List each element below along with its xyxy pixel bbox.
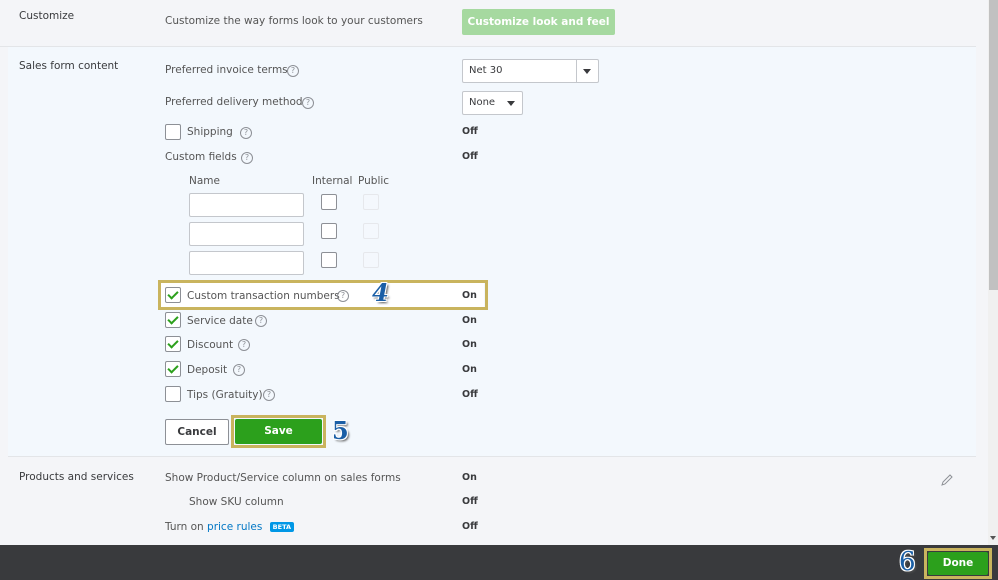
- help-icon[interactable]: ?: [263, 389, 275, 401]
- cancel-button[interactable]: Cancel: [165, 419, 229, 445]
- public-checkbox: [363, 223, 379, 239]
- section-label-customize: Customize: [19, 10, 75, 22]
- step-number-4: 4: [372, 278, 389, 307]
- custom-field-name-input[interactable]: [189, 222, 304, 246]
- shipping-label: Shipping: [187, 126, 233, 138]
- help-icon[interactable]: ?: [238, 339, 250, 351]
- section-label-products: Products and services: [19, 471, 134, 483]
- custom-field-name-input[interactable]: [189, 193, 304, 217]
- discount-checkbox[interactable]: [165, 336, 181, 352]
- custom-fields-label: Custom fields: [165, 151, 237, 163]
- help-icon[interactable]: ?: [302, 97, 314, 109]
- help-icon[interactable]: ?: [241, 152, 253, 164]
- scroll-down-icon[interactable]: [990, 536, 996, 540]
- price-prefix: Turn on: [165, 521, 204, 533]
- public-checkbox: [363, 252, 379, 268]
- product-row-label: Show SKU column: [189, 496, 284, 508]
- tips-checkbox[interactable]: [165, 386, 181, 402]
- invoice-terms-label: Preferred invoice terms: [165, 64, 288, 76]
- col-name: Name: [189, 175, 220, 187]
- option-status: On: [462, 339, 477, 350]
- option-label: Service date: [187, 315, 253, 327]
- customize-description: Customize the way forms look to your cus…: [165, 15, 423, 27]
- product-row-status: On: [462, 472, 477, 483]
- save-button[interactable]: Save: [235, 419, 322, 444]
- help-icon[interactable]: ?: [233, 364, 245, 376]
- help-icon[interactable]: ?: [287, 65, 299, 77]
- custom-transaction-numbers-checkbox[interactable]: [165, 287, 181, 303]
- chevron-down-icon: [583, 69, 591, 74]
- public-checkbox: [363, 194, 379, 210]
- deposit-checkbox[interactable]: [165, 361, 181, 377]
- custom-fields-status: Off: [462, 151, 478, 162]
- internal-checkbox[interactable]: [321, 194, 337, 210]
- internal-checkbox[interactable]: [321, 252, 337, 268]
- shipping-status: Off: [462, 126, 478, 137]
- divider: [576, 60, 577, 82]
- product-row-status: Off: [462, 496, 478, 507]
- option-status: On: [462, 290, 477, 301]
- price-rules-row: Turn on price rules BETA: [165, 521, 295, 533]
- option-status: On: [462, 364, 477, 375]
- pencil-icon[interactable]: [940, 473, 954, 487]
- scrollbar-thumb[interactable]: [989, 0, 998, 290]
- invoice-terms-select[interactable]: Net 30: [462, 59, 599, 83]
- price-rules-status: Off: [462, 521, 478, 532]
- section-label-sales: Sales form content: [19, 60, 119, 72]
- invoice-terms-value: Net 30: [469, 65, 503, 76]
- option-label: Deposit: [187, 364, 228, 376]
- option-label: Tips (Gratuity): [187, 389, 263, 401]
- price-rules-link[interactable]: price rules: [207, 521, 262, 533]
- option-status: Off: [462, 389, 478, 400]
- internal-checkbox[interactable]: [321, 223, 337, 239]
- col-public: Public: [358, 175, 390, 187]
- service-date-checkbox[interactable]: [165, 312, 181, 328]
- custom-field-name-input[interactable]: [189, 251, 304, 275]
- help-icon[interactable]: ?: [240, 127, 252, 139]
- option-label: Custom transaction numbers: [187, 290, 340, 302]
- delivery-value: None: [469, 97, 496, 108]
- delivery-select[interactable]: None: [462, 91, 523, 115]
- help-icon[interactable]: ?: [255, 315, 267, 327]
- customize-look-button[interactable]: Customize look and feel: [462, 9, 615, 35]
- beta-badge: BETA: [269, 522, 295, 532]
- shipping-checkbox[interactable]: [165, 124, 181, 140]
- option-label: Discount: [187, 339, 234, 351]
- done-button[interactable]: Done: [928, 552, 988, 575]
- delivery-label: Preferred delivery method: [165, 96, 303, 108]
- col-internal: Internal: [312, 175, 353, 187]
- chevron-down-icon: [507, 101, 515, 106]
- step-number-5: 5: [332, 416, 349, 445]
- footer-bar: [0, 545, 998, 580]
- help-icon[interactable]: ?: [337, 290, 349, 302]
- step-number-6: 6: [899, 547, 916, 577]
- option-status: On: [462, 315, 477, 326]
- product-row-label: Show Product/Service column on sales for…: [165, 472, 401, 484]
